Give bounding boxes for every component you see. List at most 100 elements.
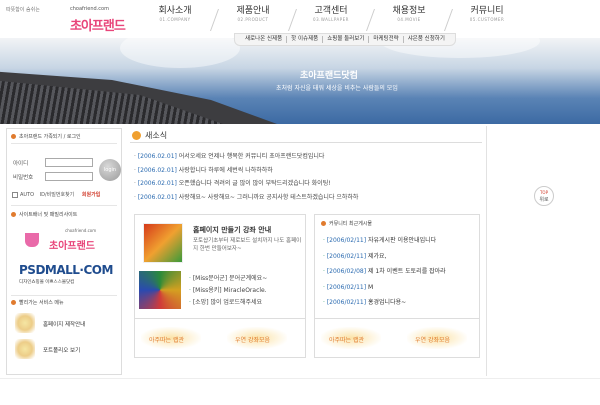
- bottom-banner[interactable]: 아주따는 랩관 우연 강좌모음: [314, 318, 480, 358]
- board-item[interactable]: [2006/02/11] M: [323, 280, 446, 296]
- left-column: 초아프랜드 가족되기 / 로그인 아이디 비밀번호 login AUTO ID/…: [6, 128, 122, 375]
- news-item[interactable]: [2006.02.01] 어서오세요 언제나 행복한 커뮤니티 초아프랜드닷컴입…: [134, 150, 358, 164]
- nav-label: 제품안내: [236, 6, 270, 16]
- hero-banner: 초아프랜드닷컴 초처럼 자신을 태워 세상을 비추는 사람들의 모임: [0, 38, 600, 124]
- news-item[interactable]: [2006.02.01] 사랑해요~ 사랑해요~ 그러니까요 공지사항 테스트하…: [134, 191, 359, 205]
- cup-icon: [25, 233, 39, 247]
- news-heading-text: 새소식: [145, 131, 168, 140]
- login-heading-text: 초아프랜드 가족되기 / 로그인: [19, 134, 81, 140]
- board-date: [2006/02/11]: [326, 237, 367, 244]
- homepage-course-box: 홈페이지 만들기 강좌 안내 포토샵기초부터 제로보드 설치까지 나도 홈페이지…: [134, 214, 306, 324]
- board-text: M: [366, 283, 374, 291]
- main-nav: 회사소개 01.COMPANY 제품안내 02.PRODUCT 고객센터 03.WAL…: [136, 5, 526, 33]
- banner-label: 우연 강좌모음: [415, 337, 451, 344]
- board-date: [2006/02/11]: [326, 299, 367, 306]
- divider: [130, 142, 482, 143]
- board-item[interactable]: [2006/02/11] 홍경업니다용~: [323, 295, 446, 311]
- divider: [11, 205, 117, 206]
- scroll-top-button[interactable]: TOP 위로: [534, 186, 554, 206]
- logo-url: choafriend.com: [70, 6, 109, 12]
- course-title[interactable]: 홈페이지 만들기 강좌 안내: [193, 225, 271, 235]
- service-label: 홈페이지 제작안내: [43, 322, 86, 328]
- service-thumbnail: [15, 313, 35, 333]
- banner-label: 우연 강좌모음: [235, 337, 271, 344]
- banner-label: 아주따는 랩관: [329, 337, 365, 344]
- news-item[interactable]: [2006.02.01] 오픈했습니다 격려의 글 많이 많이 부탁드리겠습니다…: [134, 177, 358, 191]
- id-label: 아이디: [13, 161, 29, 167]
- nav-item-product[interactable]: 제품안내 02.PRODUCT: [214, 5, 292, 33]
- news-date: [2006.02.01]: [137, 166, 177, 174]
- board-list: [2006/02/11] 자유게시판 이용안내입니다 [2006/02/11] …: [323, 233, 446, 311]
- board-date: [2006/02/11]: [326, 252, 367, 260]
- nav-sub: 04.MOVIE: [397, 17, 421, 22]
- gallery-item[interactable]: [Miss용키] MiracleOracle.: [189, 285, 267, 297]
- footer-divider: [0, 378, 600, 379]
- family-heading: 사이트배너 및 패밀리사이트: [11, 211, 77, 218]
- nav-label: 고객센터: [314, 6, 348, 16]
- bullet-icon: [11, 212, 16, 217]
- service-heading: 빨리가는 서비스 메뉴: [11, 299, 64, 306]
- news-date: [2006.02.01]: [137, 153, 177, 160]
- login-options: AUTO ID/비밀번호찾기 회원가입: [12, 191, 100, 198]
- subnav-item[interactable]: 핫 이슈제품: [287, 36, 324, 43]
- nav-sub: 05.CUSTOMER: [469, 17, 505, 22]
- subnav-item[interactable]: 새로나온 신제품: [241, 36, 288, 43]
- subnav-item[interactable]: 쇼핑몰 둘러보기: [323, 36, 370, 43]
- find-account-link[interactable]: ID/비밀번호찾기: [40, 192, 75, 198]
- family-site-choafriend[interactable]: choafriend.com 초아프랜드: [21, 227, 111, 257]
- family-site-sub: 디자인쇼핑몰 이쁘스스몰닷컴: [19, 280, 75, 285]
- top-label: TOP: [539, 190, 548, 195]
- password-input[interactable]: [45, 172, 93, 181]
- board-item[interactable]: [2006/02/11] 자유게시판 이용안내입니다: [323, 233, 446, 249]
- nav-sub: 03.WALLPAPER: [313, 17, 349, 22]
- join-link[interactable]: 회원가입: [82, 192, 100, 198]
- board-date: [2006/02/08]: [326, 268, 367, 275]
- service-label: 포트폴리오 보기: [43, 348, 81, 354]
- news-text: 사랑합니다 하루에 세번씩 나하하하하: [176, 166, 273, 174]
- bottom-banner[interactable]: 아주따는 랩관 우연 강좌모음: [134, 318, 306, 358]
- nav-item-recruit[interactable]: 채용정보 04.MOVIE: [370, 5, 448, 33]
- sub-nav: 새로나온 신제품 핫 이슈제품 쇼핑몰 둘러보기 마케팅전략 샤은품 신청하기: [234, 33, 456, 46]
- nav-item-company[interactable]: 회사소개 01.COMPANY: [136, 5, 214, 33]
- login-button[interactable]: login: [99, 159, 121, 181]
- bullet-icon: [11, 134, 16, 139]
- news-text: 어서오세요 언제나 행복한 커뮤니티 초아프랜드닷컴입니다: [176, 153, 325, 160]
- subnav-item[interactable]: 샤은품 신청하기: [404, 36, 449, 43]
- news-item[interactable]: [2006.02.01] 사랑합니다 하루에 세번씩 나하하하하: [134, 164, 358, 178]
- nav-label: 채용정보: [392, 6, 426, 16]
- main-content: 새소식 [2006.02.01] 어서오세요 언제나 행복한 커뮤니티 초아프랜…: [128, 128, 486, 375]
- subnav-item[interactable]: 마케팅전략: [369, 36, 404, 43]
- page: 따뜻함이 숨쉬는 choafriend.com 초아프랜드 회사소개 01.COM…: [0, 0, 600, 405]
- gallery-item[interactable]: [소망] 많이 업로드해주세요: [189, 297, 267, 309]
- auto-label: AUTO: [20, 192, 35, 198]
- login-heading: 초아프랜드 가족되기 / 로그인: [11, 133, 81, 140]
- board-text: 자유게시판 이용안내입니다: [366, 237, 437, 244]
- board-item[interactable]: [2006/02/11] 제가요,: [323, 249, 446, 265]
- top-text: 위로: [539, 197, 549, 203]
- news-icon: [132, 131, 141, 140]
- divider: [11, 295, 117, 296]
- course-thumbnail[interactable]: [143, 223, 183, 263]
- gallery-item[interactable]: [Miss문어군] 문어군계에요~: [189, 273, 267, 285]
- nav-label: 커뮤니티: [470, 6, 504, 16]
- family-site-psdmall[interactable]: PSDMALL·COM 디자인쇼핑몰 이쁘스스몰닷컴: [19, 263, 115, 289]
- pw-label: 비밀번호: [13, 175, 34, 181]
- column-divider: [486, 126, 487, 376]
- news-heading: 새소식: [132, 130, 167, 141]
- logo-text: 초아프랜드: [70, 19, 126, 34]
- news-date: [2006.02.01]: [137, 180, 177, 188]
- news-list: [2006.02.01] 어서오세요 언제나 행복한 커뮤니티 초아프랜드닷컴입…: [134, 150, 359, 205]
- family-heading-text: 사이트배너 및 패밀리사이트: [19, 212, 78, 218]
- auto-login-checkbox[interactable]: [12, 191, 18, 198]
- nav-item-support[interactable]: 고객센터 03.WALLPAPER: [292, 5, 370, 33]
- banner-label: 아주따는 랩관: [149, 337, 185, 344]
- service-item[interactable]: 포트폴리오 보기: [15, 339, 115, 361]
- recent-posts-box: 커뮤니티 최근게시물 [2006/02/11] 자유게시판 이용안내입니다 [2…: [314, 214, 480, 324]
- service-item[interactable]: 홈페이지 제작안내: [15, 313, 115, 335]
- board-item[interactable]: [2006/02/08] 제 1차 이벤트 도토리를 잡아라: [323, 264, 446, 280]
- news-date: [2006.02.01]: [137, 194, 177, 202]
- gallery-thumbnail[interactable]: [139, 271, 181, 309]
- logo[interactable]: 따뜻함이 숨쉬는 choafriend.com 초아프랜드: [6, 4, 128, 40]
- id-input[interactable]: [45, 158, 93, 167]
- nav-item-community[interactable]: 커뮤니티 05.CUSTOMER: [448, 5, 526, 33]
